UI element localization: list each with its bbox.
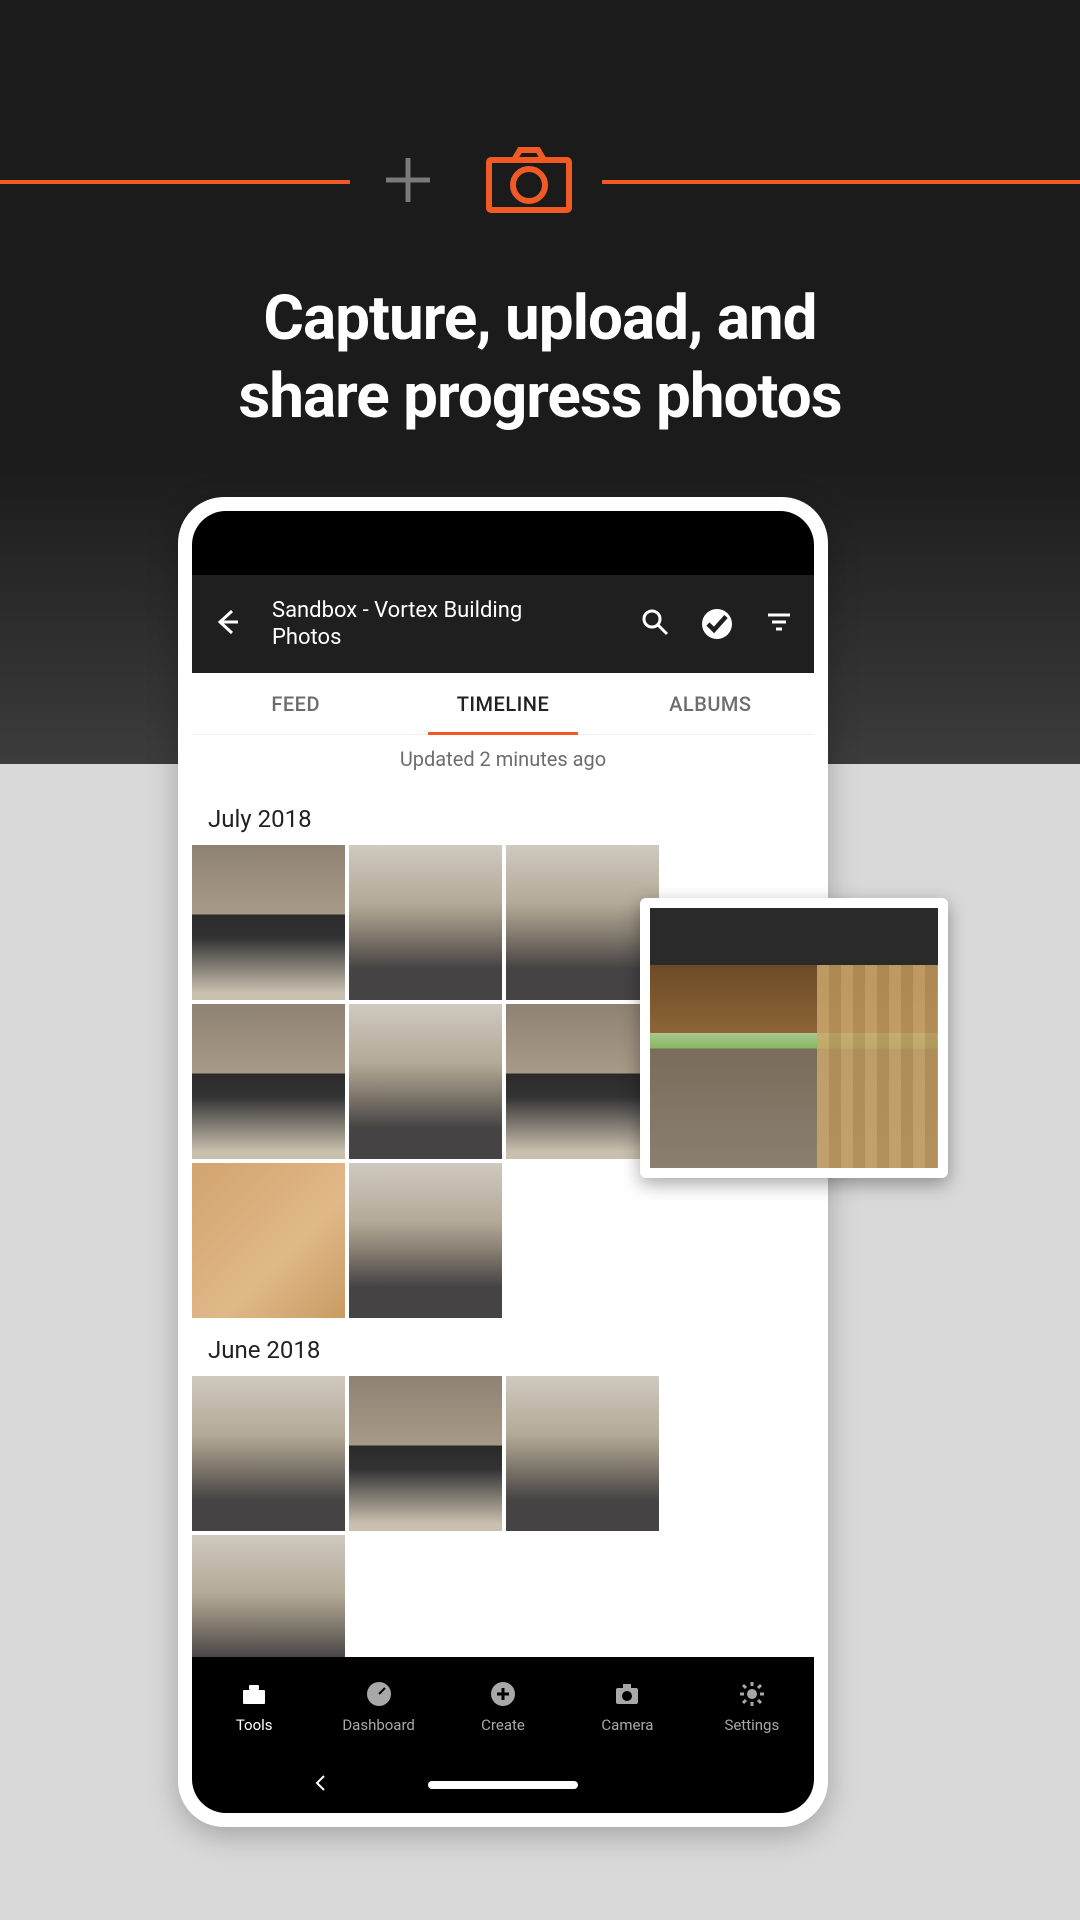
tab-albums-label: ALBUMS xyxy=(669,692,751,716)
project-title: Sandbox - Vortex Building xyxy=(272,597,610,625)
search-icon[interactable] xyxy=(640,607,670,641)
tab-albums[interactable]: ALBUMS xyxy=(607,673,814,734)
section-title: Photos xyxy=(272,624,610,652)
status-bar xyxy=(192,511,814,575)
nav-camera[interactable]: Camera xyxy=(565,1657,689,1757)
photo-thumb[interactable] xyxy=(192,1004,345,1159)
icon-group xyxy=(350,146,602,218)
system-back-icon[interactable] xyxy=(312,1774,330,1796)
gauge-icon xyxy=(365,1680,393,1712)
section-june-title: June 2018 xyxy=(192,1322,814,1376)
tab-feed-label: FEED xyxy=(271,692,320,716)
photo-thumb[interactable] xyxy=(506,1376,659,1531)
system-nav-bar xyxy=(192,1757,814,1813)
app-bar-actions xyxy=(640,607,794,641)
camera-nav-icon xyxy=(613,1680,641,1712)
tab-row: FEED TIMELINE ALBUMS xyxy=(192,673,814,735)
updated-text: Updated 2 minutes ago xyxy=(192,735,814,791)
toolbox-icon xyxy=(240,1680,268,1712)
nav-dashboard[interactable]: Dashboard xyxy=(316,1657,440,1757)
photo-thumb[interactable] xyxy=(506,845,659,1000)
plus-circle-icon xyxy=(489,1680,517,1712)
app-bar: Sandbox - Vortex Building Photos xyxy=(192,575,814,673)
photo-thumb[interactable] xyxy=(349,1163,502,1318)
app-bar-title: Sandbox - Vortex Building Photos xyxy=(272,597,610,652)
nav-tools[interactable]: Tools xyxy=(192,1657,316,1757)
photo-thumb[interactable] xyxy=(349,1376,502,1531)
photo-thumb[interactable] xyxy=(349,845,502,1000)
check-circle-icon[interactable] xyxy=(702,609,732,639)
photo-thumb[interactable] xyxy=(192,1376,345,1531)
nav-dashboard-label: Dashboard xyxy=(342,1716,415,1734)
nav-settings-label: Settings xyxy=(724,1716,779,1734)
nav-create-label: Create xyxy=(481,1716,525,1734)
plus-icon xyxy=(380,152,436,212)
nav-settings[interactable]: Settings xyxy=(690,1657,814,1757)
headline-line-1: Capture, upload, and xyxy=(0,280,1080,358)
headline-line-2: share progress photos xyxy=(0,358,1080,436)
section-july-title: July 2018 xyxy=(192,791,814,845)
nav-create[interactable]: Create xyxy=(441,1657,565,1757)
grid-june xyxy=(192,1376,814,1657)
divider-row xyxy=(0,146,1080,218)
photo-thumb[interactable] xyxy=(192,1535,345,1657)
floating-photo-image xyxy=(650,908,938,1168)
photo-thumb[interactable] xyxy=(192,1163,345,1318)
photo-thumb[interactable] xyxy=(506,1004,659,1159)
nav-camera-label: Camera xyxy=(601,1716,653,1734)
bottom-nav: Tools Dashboard Create Camera xyxy=(192,1657,814,1757)
gear-icon xyxy=(738,1680,766,1712)
photo-thumb[interactable] xyxy=(192,845,345,1000)
system-home-pill[interactable] xyxy=(428,1781,578,1789)
nav-tools-label: Tools xyxy=(236,1716,273,1734)
camera-icon xyxy=(486,146,572,218)
headline: Capture, upload, and share progress phot… xyxy=(0,280,1080,435)
back-icon[interactable] xyxy=(212,607,242,641)
rule-right xyxy=(602,180,1080,184)
photo-thumb[interactable] xyxy=(349,1004,502,1159)
floating-photo-card[interactable] xyxy=(640,898,948,1178)
rule-left xyxy=(0,180,350,184)
tab-timeline[interactable]: TIMELINE xyxy=(399,673,606,734)
filter-icon[interactable] xyxy=(764,607,794,641)
tab-timeline-label: TIMELINE xyxy=(457,692,550,716)
tab-feed[interactable]: FEED xyxy=(192,673,399,734)
